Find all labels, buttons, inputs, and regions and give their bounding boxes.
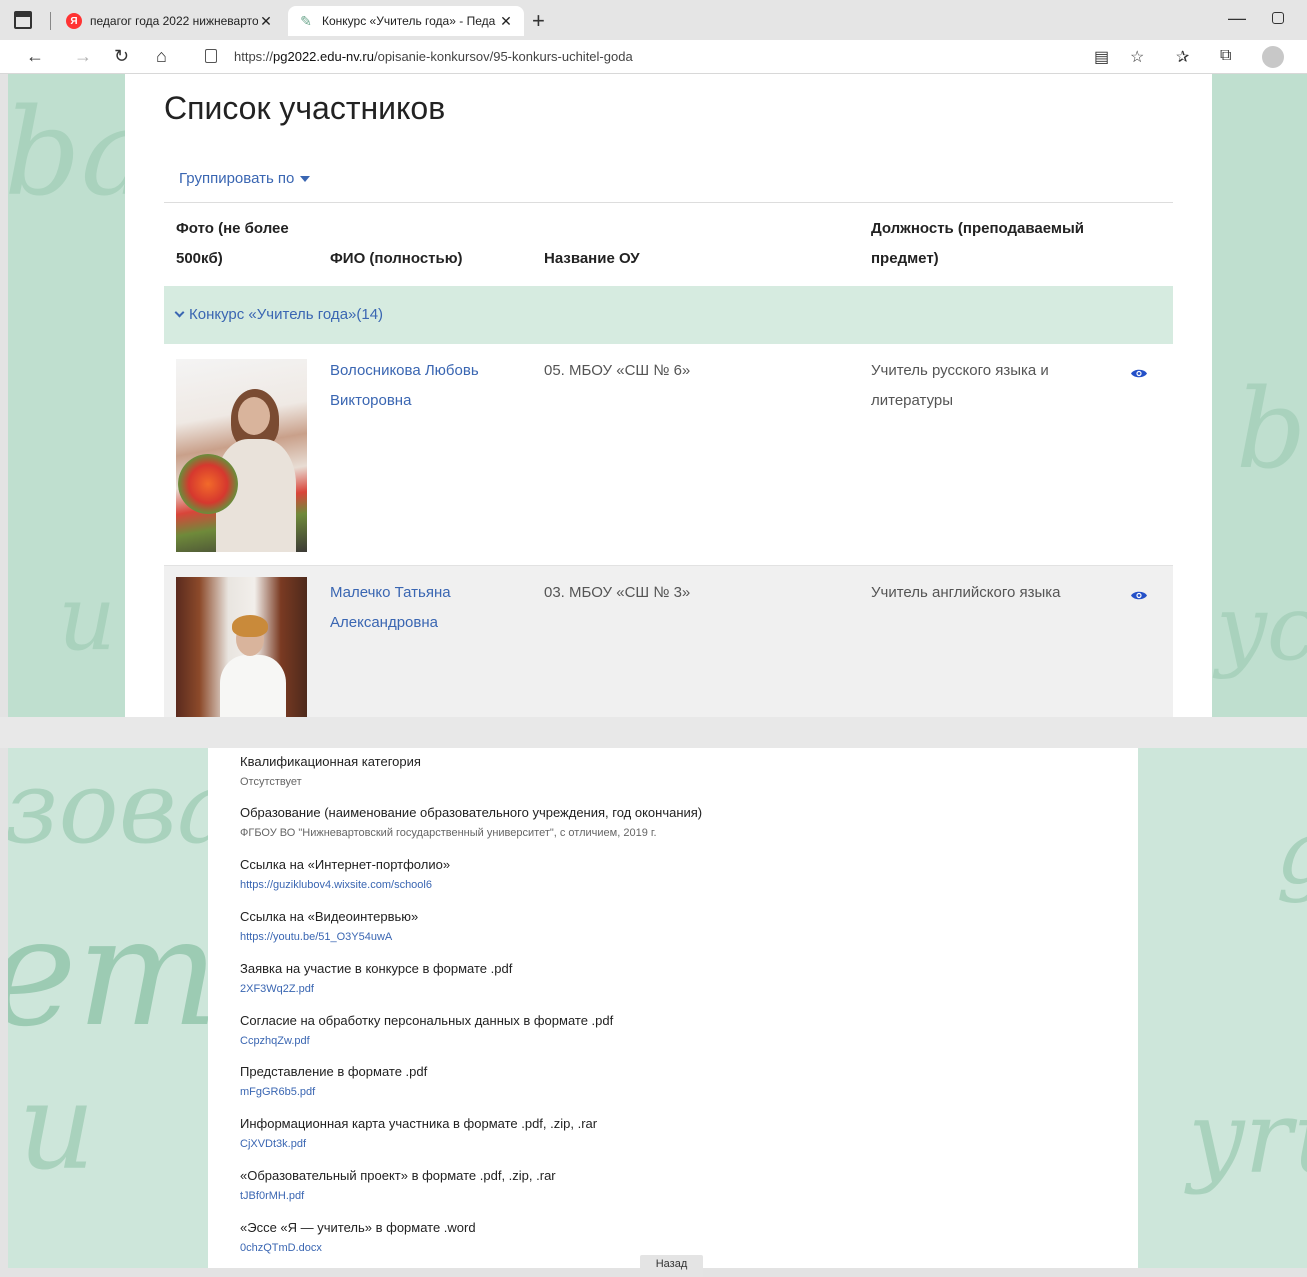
decorative-script: g <box>1276 808 1307 898</box>
group-label-text: Конкурс «Учитель года»(14) <box>189 306 384 323</box>
detail-field: Квалификационная категория Отсутствует <box>240 754 421 790</box>
info-card-file-link[interactable]: CjXVDt3k.pdf <box>240 1137 597 1152</box>
detail-field: «Образовательный проект» в формате .pdf,… <box>240 1168 556 1204</box>
detail-value: ФГБОУ ВО "Нижневартовский государственны… <box>240 827 657 839</box>
column-header-ou[interactable]: Название ОУ <box>544 244 640 274</box>
url-path: /opisanie-konkursov/95-konkurs-uchitel-g… <box>373 49 633 64</box>
detail-field: «Эссе «Я — учитель» в формате .word 0chz… <box>240 1220 476 1256</box>
group-row[interactable]: Конкурс «Учитель года»(14) <box>164 286 1173 344</box>
video-interview-link[interactable]: https://youtu.be/51_O3Y54uwA <box>240 930 418 945</box>
detail-field: Ссылка на «Интернет-портфолио» https://g… <box>240 857 450 893</box>
detail-field: Информационная карта участника в формате… <box>240 1116 597 1152</box>
participant-school: 03. МБОУ «СШ № 3» <box>544 584 691 601</box>
add-favorite-icon[interactable]: ☆ <box>1130 47 1144 67</box>
decorative-script: b <box>1236 365 1307 493</box>
participants-panel: Список участников Группировать по Фото (… <box>125 74 1212 717</box>
participant-name-link[interactable]: Малечко Татьяна Александровна <box>330 578 510 638</box>
consent-file-link[interactable]: CcpzhqZw.pdf <box>240 1034 613 1049</box>
portfolio-link[interactable]: https://guziklubov4.wixsite.com/school6 <box>240 878 450 893</box>
browser-tab-search[interactable]: Я педагог года 2022 нижневарто ✕ <box>56 6 284 36</box>
table-row: Малечко Татьяна Александровна 03. МБОУ «… <box>164 565 1173 717</box>
chevron-down-icon <box>174 307 185 318</box>
photo-detail <box>178 454 238 514</box>
participant-photo <box>176 359 307 552</box>
detail-label: Информационная карта участника в формате… <box>240 1116 598 1131</box>
url-host: pg2022.edu-nv.ru <box>273 49 374 64</box>
new-tab-icon[interactable]: + <box>532 8 545 34</box>
profile-avatar[interactable] <box>1262 46 1284 68</box>
close-icon[interactable]: ✕ <box>258 13 274 30</box>
group-by-dropdown[interactable]: Группировать по <box>179 170 311 187</box>
detail-field: Ссылка на «Видеоинтервью» https://youtu.… <box>240 909 418 945</box>
decorative-script: u <box>58 566 116 671</box>
address-bar: ← → ↻ ⌂ https://pg2022.edu-nv.ru/opisani… <box>0 40 1307 74</box>
minimize-icon[interactable]: — <box>1228 8 1246 29</box>
decorative-script: yc <box>1216 576 1307 681</box>
tab-title: Конкурс «Учитель года» - Педа <box>322 14 496 28</box>
browser-tab-active[interactable]: ✎ Конкурс «Учитель года» - Педа ✕ <box>288 6 524 36</box>
page-title: Список участников <box>164 90 446 126</box>
forward-icon[interactable]: → <box>74 46 92 66</box>
yandex-icon: Я <box>66 13 82 29</box>
detail-field: Заявка на участие в конкурсе в формате .… <box>240 961 512 997</box>
column-header-fio[interactable]: ФИО (полностью) <box>330 244 463 274</box>
divider <box>164 202 1173 203</box>
detail-value: Отсутствует <box>240 776 302 788</box>
column-header-post[interactable]: Должность (преподаваемый предмет) <box>871 214 1111 274</box>
detail-label: Квалификационная категория <box>240 754 421 769</box>
detail-label: «Эссе «Я — учитель» в формате .word <box>240 1220 476 1235</box>
detail-label: Ссылка на «Интернет-портфолио» <box>240 857 451 872</box>
presentation-file-link[interactable]: mFgGR6b5.pdf <box>240 1085 427 1100</box>
photo-detail <box>232 615 268 637</box>
detail-label: Заявка на участие в конкурсе в формате .… <box>240 961 513 976</box>
close-icon[interactable]: ✕ <box>498 13 514 30</box>
participant-position: Учитель русского языка и литературы <box>871 362 1049 409</box>
detail-label: «Образовательный проект» в формате .pdf,… <box>240 1168 556 1183</box>
back-button[interactable]: Назад <box>640 1255 703 1277</box>
url-prefix: https:// <box>234 49 274 64</box>
detail-label: Согласие на обработку персональных данны… <box>240 1013 614 1028</box>
participant-school: 05. МБОУ «СШ № 6» <box>544 362 691 379</box>
caret-down-icon <box>300 176 311 183</box>
column-header-photo[interactable]: Фото (не более 500кб) <box>176 214 306 274</box>
screenshot-divider <box>0 717 1307 748</box>
detail-field: Образование (наименование образовательно… <box>240 805 702 841</box>
table-row: Волосникова Любовь Викторовна 05. МБОУ «… <box>164 344 1173 564</box>
url-field[interactable]: https://pg2022.edu-nv.ru/opisanie-konkur… <box>234 49 633 64</box>
view-eye-icon[interactable] <box>1130 590 1148 601</box>
application-file-link[interactable]: 2XF3Wq2Z.pdf <box>240 982 512 997</box>
group-by-label: Группировать по <box>179 170 295 187</box>
tab-title: педагог года 2022 нижневарто <box>90 14 258 28</box>
participant-name-link[interactable]: Волосникова Любовь Викторовна <box>330 356 510 416</box>
detail-label: Ссылка на «Видеоинтервью» <box>240 909 419 924</box>
project-file-link[interactable]: tJBf0rMH.pdf <box>240 1189 556 1204</box>
reload-icon[interactable]: ↻ <box>114 46 129 66</box>
decorative-script: u <box>18 1058 96 1197</box>
collections-icon[interactable]: ⧉ <box>1220 47 1231 65</box>
favorites-icon[interactable]: ✰ <box>1176 47 1189 67</box>
back-icon[interactable]: ← <box>26 46 44 66</box>
group-toggle[interactable]: Конкурс «Учитель года»(14) <box>174 306 384 323</box>
essay-file-link[interactable]: 0chzQTmD.docx <box>240 1241 476 1256</box>
detail-field: Согласие на обработку персональных данны… <box>240 1013 613 1049</box>
photo-detail <box>220 655 286 717</box>
view-eye-icon[interactable] <box>1130 368 1148 379</box>
restore-icon[interactable] <box>1272 12 1284 24</box>
participant-details-panel: Квалификационная категория Отсутствует О… <box>208 748 1138 1277</box>
detail-label: Представление в формате .pdf <box>240 1064 428 1079</box>
browser-tab-strip: Я педагог года 2022 нижневарто ✕ ✎ Конку… <box>0 0 1307 40</box>
tab-separator <box>50 12 51 30</box>
home-icon[interactable]: ⌂ <box>156 46 167 66</box>
participant-photo <box>176 577 307 717</box>
pen-icon: ✎ <box>300 13 312 29</box>
tab-actions-icon[interactable] <box>14 11 32 29</box>
immersive-reader-icon[interactable]: ▤ <box>1094 47 1109 67</box>
detail-label: Образование (наименование образовательно… <box>240 805 703 820</box>
decorative-script: yru <box>1188 1079 1307 1196</box>
lock-icon[interactable] <box>205 49 217 63</box>
photo-detail <box>238 397 270 435</box>
participant-position: Учитель английского языка <box>871 584 1061 601</box>
detail-field: Представление в формате .pdf mFgGR6b5.pd… <box>240 1064 427 1100</box>
